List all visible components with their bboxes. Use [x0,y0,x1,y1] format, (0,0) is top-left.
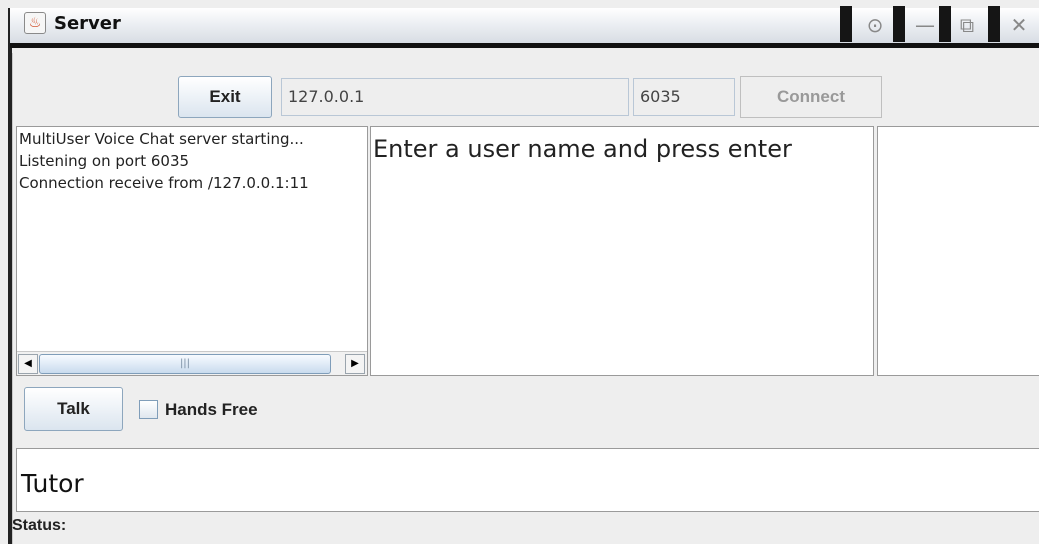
title-separator [939,6,951,42]
exit-button[interactable]: Exit [178,76,272,118]
hands-free-label: Hands Free [165,400,258,419]
scroll-left-icon[interactable]: ◀ [18,354,38,374]
connect-button[interactable]: Connect [740,76,882,118]
user-list-panel[interactable] [877,126,1039,376]
record-icon[interactable]: ⊙ [860,10,890,40]
status-label: Status: [12,517,67,534]
scrollbar-thumb[interactable]: ||| [39,354,331,374]
title-separator [988,6,1000,42]
minimize-icon[interactable]: — [910,10,940,40]
title-separator [893,6,905,42]
server-log[interactable]: MultiUser Voice Chat server starting... … [16,126,368,376]
message-input-value: Tutor [21,469,84,498]
java-cup-icon: ♨ [24,12,46,34]
title-separator [840,6,852,42]
log-line: Listening on port 6035 [19,152,190,170]
server-window: ♨ Server ⊙ — ⧉ ✕ Exit 127.0.0.1 6035 Con… [0,0,1039,544]
scroll-right-icon[interactable]: ▶ [345,354,365,374]
chat-panel[interactable]: Enter a user name and press enter [370,126,874,376]
user-name-prompt: Enter a user name and press enter [373,135,792,163]
close-icon[interactable]: ✕ [1004,10,1034,40]
message-input[interactable]: Tutor [16,448,1039,512]
port-field[interactable]: 6035 [633,78,735,116]
window-title: Server [54,13,121,34]
talk-button[interactable]: Talk [24,387,123,431]
host-field[interactable]: 127.0.0.1 [281,78,629,116]
restore-icon[interactable]: ⧉ [952,10,982,40]
log-line: MultiUser Voice Chat server starting... [19,130,304,148]
log-line: Connection receive from /127.0.0.1:11 [19,174,309,192]
hands-free-checkbox[interactable] [139,400,158,419]
log-horizontal-scrollbar[interactable]: ◀ ||| ▶ [17,351,367,375]
